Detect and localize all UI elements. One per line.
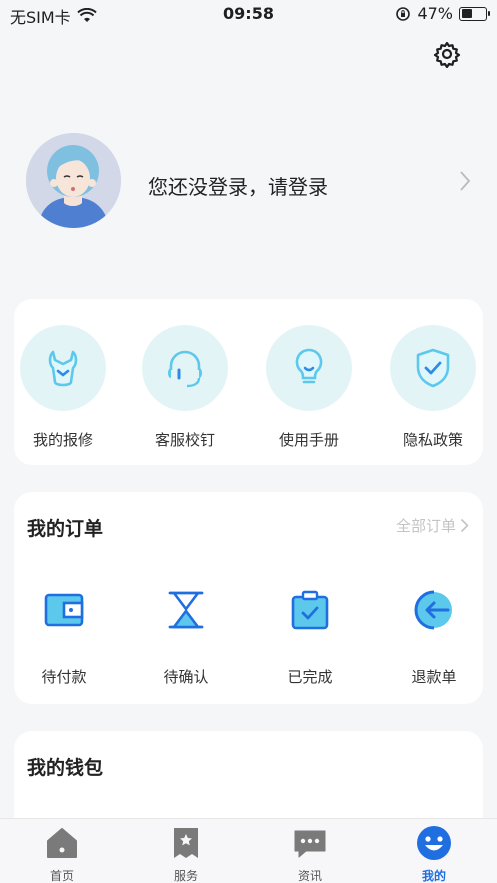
- tab-label: 资讯: [297, 869, 322, 883]
- orders-card: 我的订单 全部订单 待付款 待确认 已完成 退款单: [14, 492, 483, 704]
- tab-label: 首页: [49, 869, 74, 883]
- orientation-lock-icon: [396, 6, 411, 21]
- quick-action-manual[interactable]: 使用手册: [260, 325, 358, 450]
- profile-smile-icon: [417, 826, 451, 860]
- order-pending-payment[interactable]: 待付款: [14, 588, 114, 687]
- order-label: 待确认: [163, 668, 209, 686]
- quick-action-repair[interactable]: 我的报修: [14, 325, 112, 450]
- chevron-right-icon: [460, 518, 469, 533]
- all-orders-link[interactable]: 全部订单: [396, 515, 469, 536]
- home-icon: [47, 828, 77, 858]
- tab-label: 服务: [173, 869, 198, 883]
- settings-gear-icon[interactable]: [433, 40, 461, 68]
- battery-icon: [459, 6, 490, 21]
- chevron-right-icon: [460, 171, 471, 191]
- lightbulb-icon: [295, 348, 323, 384]
- shield-check-icon: [416, 348, 450, 388]
- wallet-icon: [44, 593, 84, 627]
- wallet-title: 我的钱包: [27, 757, 104, 779]
- quick-actions-card: 我的报修 客服校钉 使用手册 隐私政策: [14, 299, 483, 465]
- headset-icon: [168, 350, 202, 388]
- status-bar: 无SIM卡 09:58 47%: [0, 0, 497, 28]
- tab-home[interactable]: 首页: [22, 825, 102, 883]
- clipboard-check-icon: [291, 590, 329, 630]
- quick-action-label: 使用手册: [278, 431, 339, 449]
- avatar[interactable]: [26, 133, 121, 228]
- tab-news[interactable]: 资讯: [270, 825, 350, 883]
- avatar-illustration: [26, 133, 121, 228]
- orders-title: 我的订单: [27, 518, 104, 540]
- quick-action-support[interactable]: 客服校钉: [136, 325, 234, 450]
- all-orders-label: 全部订单: [395, 517, 456, 535]
- quick-action-label: 隐私政策: [402, 431, 463, 449]
- quick-action-privacy[interactable]: 隐私政策: [384, 325, 482, 450]
- wrench-icon: [48, 350, 78, 387]
- chat-icon: [294, 830, 326, 858]
- order-refund[interactable]: 退款单: [384, 588, 484, 687]
- quick-action-label: 我的报修: [32, 431, 93, 449]
- login-prompt[interactable]: 您还没登录，请登录: [148, 171, 328, 200]
- tab-mine[interactable]: 我的: [394, 825, 474, 883]
- order-label: 退款单: [411, 668, 457, 686]
- tab-label: 我的: [421, 869, 446, 883]
- order-pending-confirm[interactable]: 待确认: [136, 588, 236, 687]
- battery-percent: 47%: [417, 4, 453, 23]
- profile-login-row[interactable]: 您还没登录，请登录: [26, 133, 476, 229]
- quick-action-label: 客服校钉: [154, 431, 215, 449]
- tab-service[interactable]: 服务: [146, 825, 226, 883]
- order-label: 已完成: [287, 668, 333, 686]
- order-label: 待付款: [41, 668, 87, 686]
- hourglass-icon: [168, 591, 204, 629]
- service-icon: [174, 828, 198, 858]
- bottom-tab-bar: 首页 服务 资讯 我的: [0, 818, 497, 883]
- refund-icon: [414, 590, 452, 630]
- order-completed[interactable]: 已完成: [260, 588, 360, 687]
